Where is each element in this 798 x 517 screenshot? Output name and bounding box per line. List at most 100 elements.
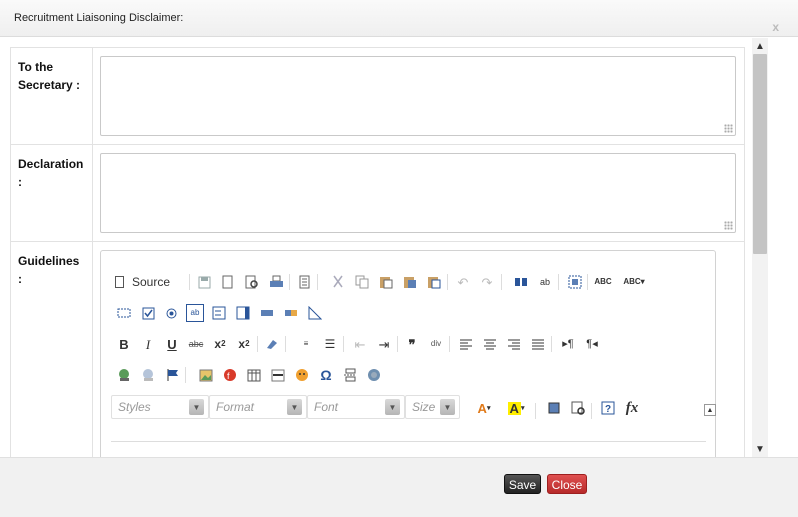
show-blocks-icon[interactable] [569, 399, 587, 417]
strike-icon[interactable]: abc [187, 335, 205, 353]
button-icon[interactable] [258, 304, 276, 322]
about-icon[interactable]: ? [599, 399, 617, 417]
maximize-icon[interactable] [545, 399, 563, 417]
new-page-icon[interactable] [218, 273, 236, 291]
paste-word-icon[interactable] [425, 273, 443, 291]
toolbar-row-4: f Ω [111, 364, 706, 386]
align-center-icon[interactable] [481, 335, 499, 353]
checkbox-icon[interactable] [139, 304, 157, 322]
bulleted-list-icon[interactable]: ☰ [321, 335, 339, 353]
toolbar-collapse-icon[interactable]: ▲ [704, 404, 716, 416]
resize-grip-icon[interactable] [724, 124, 733, 133]
subscript-icon[interactable]: x2 [211, 335, 229, 353]
paste-text-icon[interactable] [401, 273, 419, 291]
chevron-down-icon[interactable]: ▼ [440, 399, 455, 415]
toolbar-separator [189, 274, 190, 290]
anchor-icon[interactable] [163, 366, 181, 384]
preview-icon[interactable] [243, 273, 261, 291]
table-icon[interactable] [245, 366, 263, 384]
toolbar-separator [185, 367, 186, 383]
page-break-icon[interactable] [341, 366, 359, 384]
math-icon[interactable]: fx [621, 399, 643, 417]
toolbar-separator [343, 336, 344, 352]
dialog-body: To the Secretary : Declaration : Guideli… [0, 38, 798, 457]
vertical-scrollbar[interactable]: ▲ ▼ [752, 38, 768, 457]
format-combo-label: Format [216, 400, 255, 414]
spell-as-you-type-icon[interactable]: ABC▾ [621, 273, 647, 291]
textarea-icon[interactable] [210, 304, 228, 322]
size-combo-label: Size [412, 400, 436, 414]
close-button[interactable]: Close [547, 474, 587, 494]
editor-content-area[interactable] [111, 441, 706, 442]
resize-grip-icon[interactable] [724, 221, 733, 230]
styles-combo[interactable]: Styles ▼ [111, 395, 209, 419]
save-icon[interactable] [195, 273, 213, 291]
undo-icon[interactable]: ↶ [454, 273, 472, 291]
align-right-icon[interactable] [505, 335, 523, 353]
font-combo[interactable]: Font ▼ [307, 395, 405, 419]
dialog-close-icon[interactable]: x [772, 20, 779, 34]
chevron-down-icon[interactable]: ▼ [287, 399, 302, 415]
blockquote-icon[interactable]: ❞ [403, 335, 421, 353]
textfield-icon[interactable]: ab [186, 304, 204, 322]
toolbar-separator [501, 274, 502, 290]
numbered-list-icon[interactable]: ≡ [297, 335, 315, 353]
source-button[interactable]: Source [115, 273, 185, 291]
select-all-icon[interactable] [566, 273, 584, 291]
secretary-textarea[interactable] [100, 56, 736, 136]
bg-color-icon[interactable]: A ▾ [503, 399, 529, 417]
print-icon[interactable] [267, 273, 285, 291]
toolbar-separator [558, 274, 559, 290]
italic-icon[interactable]: I [139, 335, 157, 353]
align-left-icon[interactable] [457, 335, 475, 353]
templates-icon[interactable] [295, 273, 313, 291]
iframe-icon[interactable] [365, 366, 383, 384]
image-button-icon[interactable] [282, 304, 300, 322]
unlink-icon[interactable] [139, 366, 157, 384]
form-row-guidelines: Guidelines : Source ↶ ↷ ab ABC ABC▾ ab B… [11, 242, 744, 457]
styles-combo-label: Styles [118, 400, 151, 414]
select-icon[interactable] [234, 304, 252, 322]
smiley-icon[interactable] [293, 366, 311, 384]
guidelines-label: Guidelines : [11, 242, 93, 457]
paste-icon[interactable] [377, 273, 395, 291]
indent-icon[interactable]: ⇥ [375, 335, 393, 353]
spellcheck-icon[interactable]: ABC [594, 273, 612, 291]
chevron-down-icon[interactable]: ▼ [385, 399, 400, 415]
scroll-thumb[interactable] [753, 54, 767, 254]
toolbar-row-2: ab [111, 302, 706, 324]
scroll-up-icon[interactable]: ▲ [752, 38, 768, 54]
toolbar-separator [447, 274, 448, 290]
copy-icon[interactable] [353, 273, 371, 291]
bold-icon[interactable]: B [115, 335, 133, 353]
chevron-down-icon[interactable]: ▼ [189, 399, 204, 415]
toolbar-separator [317, 274, 318, 290]
remove-format-icon[interactable] [263, 335, 281, 353]
horizontal-rule-icon[interactable] [269, 366, 287, 384]
form-icon[interactable] [115, 304, 133, 322]
text-color-icon[interactable]: A ▾ [471, 399, 497, 417]
underline-icon[interactable]: U [163, 335, 181, 353]
radio-icon[interactable] [162, 304, 180, 322]
replace-icon[interactable]: ab [536, 273, 554, 291]
justify-icon[interactable] [529, 335, 547, 353]
cut-icon[interactable] [329, 273, 347, 291]
ltr-icon[interactable]: ▸¶ [559, 335, 577, 353]
format-combo[interactable]: Format ▼ [209, 395, 307, 419]
redo-icon[interactable]: ↷ [478, 273, 496, 291]
superscript-icon[interactable]: x2 [235, 335, 253, 353]
flash-icon[interactable]: f [221, 366, 239, 384]
save-button[interactable]: Save [504, 474, 541, 494]
link-icon[interactable] [115, 366, 133, 384]
create-div-icon[interactable]: div [427, 335, 445, 353]
outdent-icon[interactable]: ⇤ [351, 335, 369, 353]
font-combo-label: Font [314, 400, 339, 414]
image-icon[interactable] [197, 366, 215, 384]
hidden-field-icon[interactable] [306, 304, 324, 322]
find-icon[interactable] [512, 273, 530, 291]
size-combo[interactable]: Size ▼ [405, 395, 460, 419]
scroll-down-icon[interactable]: ▼ [752, 441, 768, 457]
declaration-textarea[interactable] [100, 153, 736, 233]
rtl-icon[interactable]: ¶◂ [583, 335, 601, 353]
special-char-icon[interactable]: Ω [317, 366, 335, 384]
